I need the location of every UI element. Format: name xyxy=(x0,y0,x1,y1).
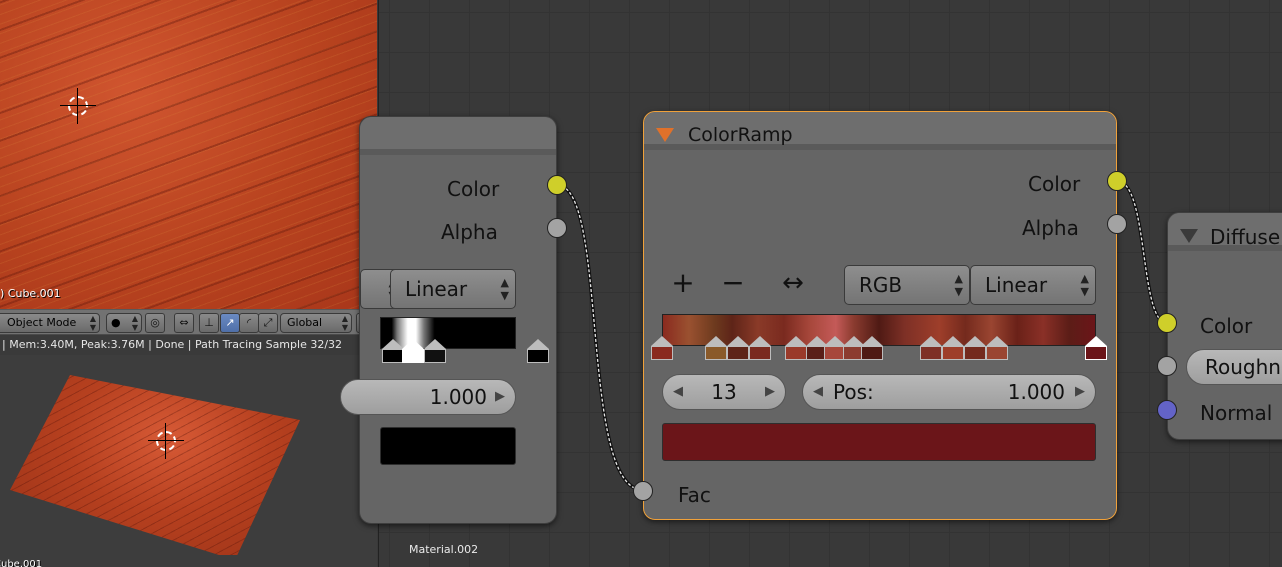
updown-icon: ▲▼ xyxy=(131,314,138,332)
texture-color-swatch[interactable] xyxy=(380,427,516,465)
ramp-stop-marker[interactable] xyxy=(942,336,964,360)
color-ramp-input-fac-label: Fac xyxy=(678,483,711,507)
viewport-object-label: ) Cube.001 xyxy=(0,287,61,300)
manipulator-icon[interactable]: ⊥ xyxy=(199,313,219,333)
viewport-bottom-label: Cube.001 xyxy=(0,559,43,567)
color-ramp-interpolation-dropdown[interactable]: Linear ▲ ▼ xyxy=(970,265,1096,305)
active-stop-index: 13 xyxy=(711,380,737,404)
ramp-stop-marker-active[interactable] xyxy=(1085,336,1107,360)
viewport-header: Object Mode ▲ ▼ ● ▲ ▼ ◎ ⇔ ⊥ ↗ ◜ ⤢ Global ▲… xyxy=(0,309,377,335)
color-mode-label: RGB xyxy=(859,273,903,297)
scale-manipulator-icon[interactable]: ⤢ xyxy=(258,313,278,333)
ramp-stop-marker[interactable] xyxy=(705,336,727,360)
active-stop-color-swatch[interactable] xyxy=(662,423,1096,461)
texture-output-color-label: Color xyxy=(447,177,500,201)
arrow-right-icon[interactable]: ▶ xyxy=(495,380,505,414)
texture-interpolation-label: Linear xyxy=(405,277,468,301)
translate-manipulator-icon[interactable]: ↗ xyxy=(220,313,240,333)
color-ramp-alpha-output-socket[interactable] xyxy=(1107,214,1127,234)
ramp-stop-marker[interactable] xyxy=(920,336,942,360)
flip-arrows-icon[interactable]: ↔ xyxy=(774,265,812,303)
color-ramp-node[interactable]: ColorRamp Color Alpha + − ↔ RGB ▲ ▼ Linea… xyxy=(643,111,1117,520)
updown-icon: ▲▼ xyxy=(1080,272,1089,298)
color-ramp-output-color-label: Color xyxy=(1028,172,1081,196)
diffuse-node-title: Diffuse xyxy=(1210,225,1281,249)
color-ramp-interpolation-label: Linear xyxy=(985,273,1048,297)
ramp-stop-marker[interactable] xyxy=(402,339,424,363)
color-ramp-fac-input-socket[interactable] xyxy=(633,481,653,501)
rendered-viewport[interactable]: ) Cube.001 xyxy=(0,0,377,309)
orientation-label: Global xyxy=(287,316,323,329)
ramp-stop-marker[interactable] xyxy=(964,336,986,360)
3d-cursor-icon xyxy=(148,423,184,459)
arrow-left-icon[interactable]: ◀ xyxy=(813,375,823,409)
texture-alpha-output-socket[interactable] xyxy=(547,218,567,238)
updown-icon: ▲▼ xyxy=(341,314,348,332)
transform-orientation-dropdown[interactable]: Global ▲ ▼ xyxy=(280,313,352,333)
updown-icon: ▲▼ xyxy=(89,314,96,332)
pivot-point-icon[interactable]: ◎ xyxy=(145,313,165,333)
texture-node[interactable]: Color Alpha ▲▼ Linear ▲▼ 1.000 ▶ xyxy=(340,116,557,524)
object-mode-dropdown[interactable]: Object Mode ▲ ▼ xyxy=(0,313,100,333)
diffuse-normal-input-socket[interactable] xyxy=(1157,400,1177,420)
ramp-stop-marker[interactable] xyxy=(527,339,549,363)
texture-node-header[interactable] xyxy=(360,117,556,155)
ramp-stop-marker[interactable] xyxy=(785,336,807,360)
ramp-stop-marker[interactable] xyxy=(727,336,749,360)
blender-window: ) Cube.001 Object Mode ▲ ▼ ● ▲ ▼ ◎ ⇔ ⊥ ↗ ◜… xyxy=(0,0,1282,567)
ramp-stop-marker[interactable] xyxy=(861,336,883,360)
solid-viewport[interactable]: Cube.001 xyxy=(0,355,377,567)
ramp-stop-marker[interactable] xyxy=(986,336,1008,360)
color-ramp-output-alpha-label: Alpha xyxy=(1022,216,1079,240)
diffuse-input-normal-label: Normal xyxy=(1200,401,1273,425)
node-editor[interactable]: Color Alpha ▲▼ Linear ▲▼ 1.000 ▶ xyxy=(340,0,1282,567)
updown-icon: ▲▼ xyxy=(500,276,509,302)
ramp-stop-marker[interactable] xyxy=(382,339,404,363)
collapse-triangle-icon[interactable] xyxy=(1180,229,1198,243)
material-name-label: Material.002 xyxy=(409,543,479,556)
texture-interpolation-dropdown[interactable]: Linear ▲ ▼ xyxy=(390,269,516,309)
viewport-shading-dropdown[interactable]: ● ▲ ▼ xyxy=(106,313,142,333)
color-mode-dropdown[interactable]: RGB ▲ ▼ xyxy=(844,265,970,305)
texture-value: 1.000 xyxy=(429,385,487,409)
updown-icon: ▲▼ xyxy=(954,272,963,298)
3d-cursor-icon xyxy=(60,88,96,124)
color-ramp-color-output-socket[interactable] xyxy=(1107,171,1127,191)
stop-position-field[interactable]: ◀ Pos: 1.000 ▶ xyxy=(802,374,1096,410)
ramp-stop-marker[interactable] xyxy=(424,339,446,363)
minus-icon[interactable]: − xyxy=(714,265,752,303)
arrow-left-icon[interactable]: ◀ xyxy=(673,375,683,409)
object-mode-label: Object Mode xyxy=(7,316,77,329)
diffuse-color-input-socket[interactable] xyxy=(1157,313,1177,333)
texture-color-output-socket[interactable] xyxy=(547,175,567,195)
texture-value-field[interactable]: 1.000 ▶ xyxy=(340,379,516,415)
arrow-right-icon[interactable]: ▶ xyxy=(765,375,775,409)
diffuse-input-color-label: Color xyxy=(1200,314,1253,338)
active-stop-index-field[interactable]: ◀ 13 ▶ xyxy=(662,374,786,410)
diffuse-roughness-label: Roughn xyxy=(1205,355,1281,379)
floor-plane-preview xyxy=(10,375,300,555)
ramp-stop-marker[interactable] xyxy=(749,336,771,360)
render-status-text: | Mem:3.40M, Peak:3.76M | Done | Path Tr… xyxy=(2,338,343,351)
stop-position-value: 1.000 xyxy=(1007,380,1065,404)
ramp-stop-marker[interactable] xyxy=(651,336,673,360)
color-ramp-title: ColorRamp xyxy=(688,124,793,146)
render-status-bar: | Mem:3.40M, Peak:3.76M | Done | Path Tr… xyxy=(0,335,377,355)
diffuse-roughness-input-socket[interactable] xyxy=(1157,356,1177,376)
snap-icon[interactable]: ⇔ xyxy=(174,313,194,333)
diffuse-bsdf-node[interactable]: Diffuse Color Roughn Normal xyxy=(1167,212,1282,440)
arrow-right-icon[interactable]: ▶ xyxy=(1075,375,1085,409)
stop-position-label: Pos: xyxy=(833,380,874,404)
collapse-triangle-icon[interactable] xyxy=(656,128,674,142)
diffuse-roughness-field[interactable]: Roughn xyxy=(1186,349,1282,385)
shading-sphere-icon: ● xyxy=(111,316,121,329)
texture-output-alpha-label: Alpha xyxy=(441,220,498,244)
plus-icon[interactable]: + xyxy=(664,265,702,303)
rotate-manipulator-icon[interactable]: ◜ xyxy=(239,313,259,333)
